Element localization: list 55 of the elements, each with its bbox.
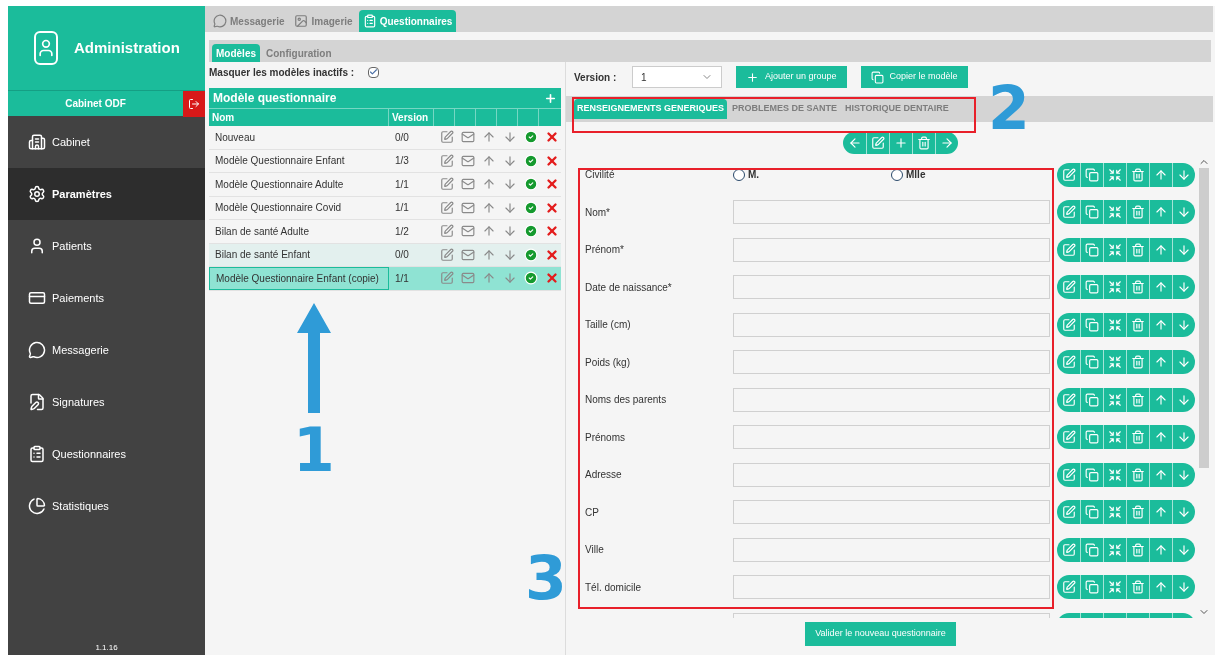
field-label: CP bbox=[585, 506, 599, 518]
sidebar-item[interactable]: Patients bbox=[8, 220, 205, 272]
version-select-label: Version : bbox=[574, 70, 618, 85]
sidebar-item[interactable]: Statistiques bbox=[8, 480, 205, 532]
annotation-number: 3 bbox=[525, 548, 567, 608]
sidebar-item[interactable]: Paiements bbox=[8, 272, 205, 324]
field-label: Date de naissance* bbox=[585, 281, 672, 293]
field-label: Prénom* bbox=[585, 244, 624, 256]
field-label: Taille (cm) bbox=[585, 319, 631, 331]
annotation-number: 2 bbox=[988, 78, 1030, 138]
table-title: Modèle questionnaire bbox=[213, 90, 337, 107]
version-select[interactable]: 1 bbox=[632, 66, 722, 88]
field-label: Prénoms bbox=[585, 431, 625, 443]
sidebar-item[interactable]: Cabinet bbox=[8, 116, 205, 168]
table-cell-text: Nouveau bbox=[214, 130, 257, 145]
table-cell-text: Modèle Questionnaire Enfant bbox=[214, 154, 346, 169]
column-header: Version bbox=[389, 109, 434, 126]
table-cell-text: 1/1 bbox=[394, 201, 410, 216]
table-cell-text: Modèle Questionnaire Adulte bbox=[214, 177, 345, 192]
hide-inactive-label: Masquer les modèles inactifs : bbox=[209, 65, 355, 80]
table-cell-text: 1/3 bbox=[394, 154, 410, 169]
table-row[interactable]: Bilan de santé Enfant 0/0 bbox=[209, 243, 561, 267]
column-header: Nom bbox=[209, 109, 389, 126]
sidebar-item[interactable]: Messagerie bbox=[8, 324, 205, 376]
field-label: Tél. domicile bbox=[585, 581, 642, 593]
field-label: Civilité bbox=[585, 169, 615, 181]
radio-label: M. bbox=[748, 168, 760, 183]
radio-label: Mlle bbox=[906, 168, 926, 183]
field-label: Nom* bbox=[585, 206, 610, 218]
app-title: Administration bbox=[74, 37, 180, 58]
field-label: Noms des parents bbox=[585, 394, 667, 406]
table-row[interactable]: Modèle Questionnaire Enfant 1/3 bbox=[209, 149, 561, 173]
table-cell-text: 1/1 bbox=[394, 177, 410, 192]
sidebar-item[interactable]: Paramètres bbox=[8, 168, 205, 220]
table-row[interactable]: Modèle Questionnaire Adulte 1/1 bbox=[209, 173, 561, 197]
table-row[interactable]: Bilan de santé Adulte 1/2 bbox=[209, 220, 561, 244]
table-cell-text: Bilan de santé Enfant bbox=[214, 248, 312, 263]
table-row[interactable]: Nouveau 0/0 bbox=[209, 126, 561, 150]
field-label: Adresse bbox=[585, 469, 622, 481]
table-cell: Modèle Questionnaire Enfant (copie) bbox=[209, 267, 389, 290]
table-cell-text: 0/0 bbox=[394, 248, 410, 263]
table-cell-text: Modèle Questionnaire Covid bbox=[214, 201, 343, 216]
cabinet-name: Cabinet ODF bbox=[64, 97, 127, 111]
table-row[interactable]: Modèle Questionnaire Covid 1/1 bbox=[209, 196, 561, 220]
table-row[interactable]: Modèle Questionnaire Enfant (copie) 1/1 bbox=[209, 267, 561, 291]
field-label: Poids (kg) bbox=[585, 356, 630, 368]
table-cell-text: Bilan de santé Adulte bbox=[214, 224, 310, 239]
annotation-number: 1 bbox=[293, 420, 335, 480]
table-cell-text: 1/2 bbox=[394, 224, 410, 239]
field-label: Ville bbox=[585, 544, 604, 556]
table-cell-text: 1/1 bbox=[394, 271, 410, 286]
sidebar-item[interactable]: Questionnaires bbox=[8, 428, 205, 480]
version-label: 1.1.16 bbox=[94, 643, 119, 654]
table-cell-text: 0/0 bbox=[394, 130, 410, 145]
sidebar-item[interactable]: Signatures bbox=[8, 376, 205, 428]
